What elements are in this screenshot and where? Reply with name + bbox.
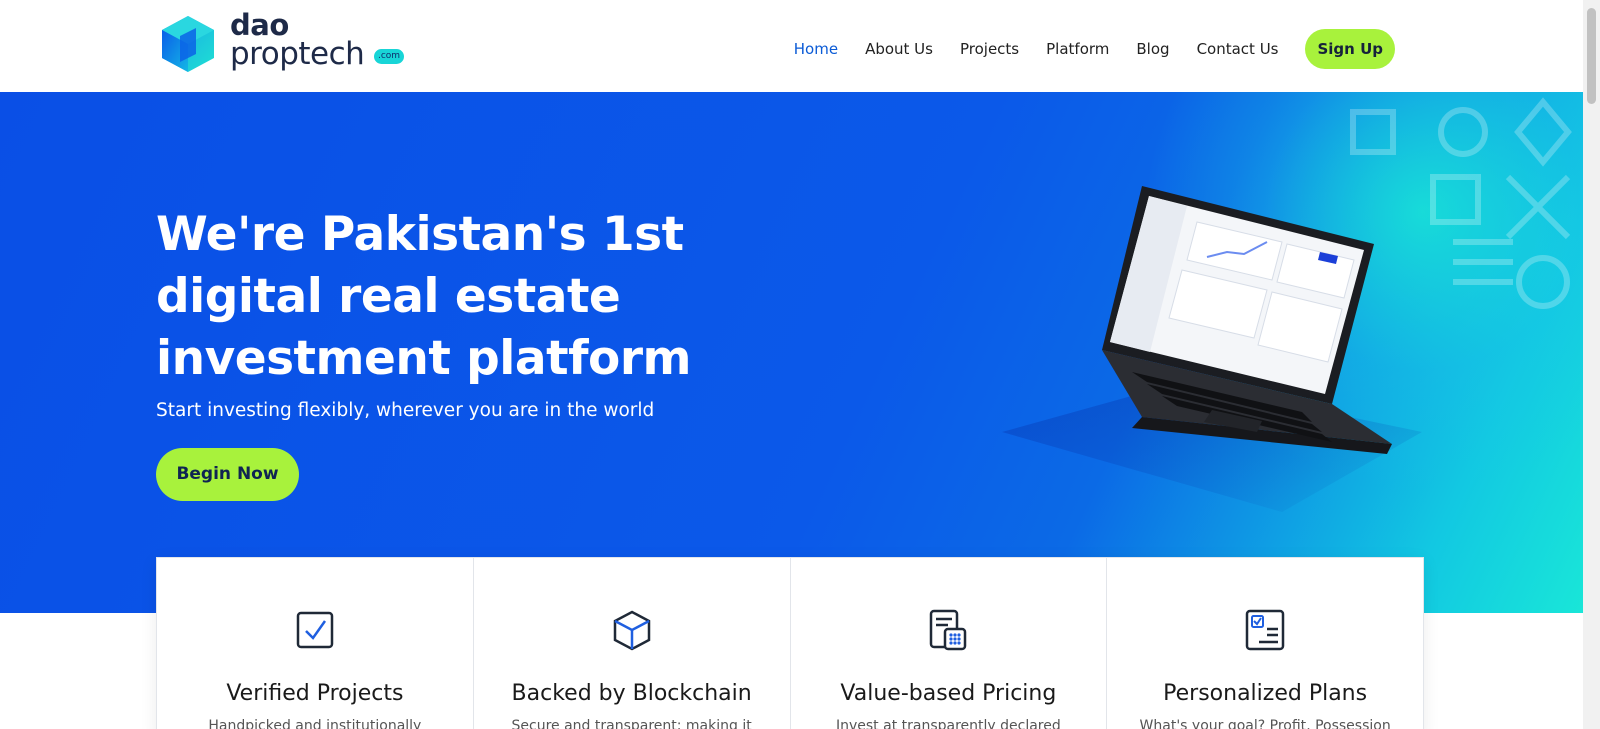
feature-card: Verified Projects Handpicked and institu… [157, 558, 474, 729]
feature-title: Personalized Plans [1163, 681, 1368, 706]
nav-blog[interactable]: Blog [1136, 29, 1169, 69]
calculator-icon [930, 609, 967, 651]
begin-now-button[interactable]: Begin Now [156, 448, 299, 501]
logo-text-proptech: proptech [230, 36, 365, 72]
nav-about-us[interactable]: About Us [865, 29, 933, 69]
page-scrollbar[interactable] [1583, 0, 1600, 729]
features-row: Verified Projects Handpicked and institu… [156, 557, 1424, 729]
hero-title: We're Pakistan's 1st digital real estate… [156, 204, 716, 390]
hero-title-line-2: digital real estate [156, 269, 621, 324]
hero-section: We're Pakistan's 1st digital real estate… [0, 92, 1583, 613]
cube-icon [613, 610, 650, 651]
nav-contact-us[interactable]: Contact Us [1197, 29, 1279, 69]
checkbox-icon [296, 611, 334, 649]
site-logo[interactable]: dao proptech .com [158, 8, 408, 76]
feature-card: Backed by Blockchain Secure and transpar… [474, 558, 791, 729]
feature-card: Personalized Plans What's your goal? Pro… [1107, 558, 1423, 729]
signup-button[interactable]: Sign Up [1305, 29, 1395, 69]
nav-projects[interactable]: Projects [960, 29, 1019, 69]
feature-description: Secure and transparent; making it [511, 718, 752, 729]
feature-card: Value-based Pricing Invest at transparen… [791, 558, 1108, 729]
nav-platform[interactable]: Platform [1046, 29, 1109, 69]
site-header: dao proptech .com Home About Us Projects… [0, 0, 1583, 92]
logo-com-badge: .com [374, 49, 404, 64]
feature-title: Value-based Pricing [840, 681, 1057, 706]
hero-subtitle: Start investing flexibly, wherever you a… [156, 400, 655, 421]
laptop-dashboard-image [1002, 186, 1422, 512]
feature-title: Backed by Blockchain [511, 681, 752, 706]
logo-mark-icon [162, 16, 214, 72]
checklist-icon [1245, 609, 1285, 651]
hero-title-line-1: We're Pakistan's 1st [156, 207, 684, 262]
feature-description: Invest at transparently declared [835, 718, 1061, 729]
feature-title: Verified Projects [226, 681, 404, 706]
hero-title-line-3: investment platform [156, 331, 692, 386]
main-nav: Home About Us Projects Platform Blog Con… [767, 29, 1395, 69]
page: dao proptech .com Home About Us Projects… [0, 0, 1583, 729]
scrollbar-thumb[interactable] [1587, 8, 1596, 104]
feature-description: Handpicked and institutionally [208, 718, 422, 729]
feature-description: What's your goal? Profit, Possession [1139, 718, 1391, 729]
nav-home[interactable]: Home [794, 29, 838, 69]
